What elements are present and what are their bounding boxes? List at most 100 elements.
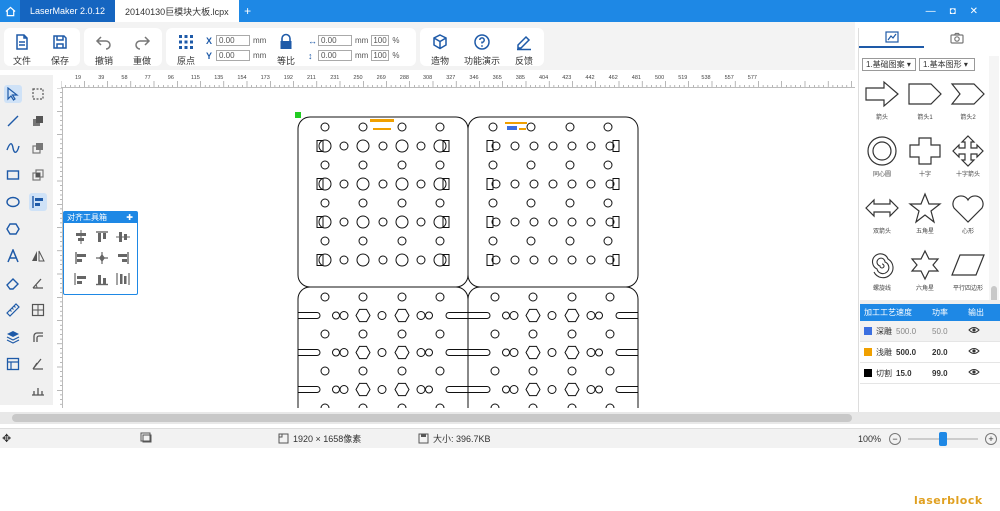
file-group: 文件 保存 [4, 28, 80, 66]
layer-row[interactable]: 切割 15.0 99.0 [860, 363, 1000, 384]
align-center-button[interactable] [95, 251, 109, 265]
shape-item[interactable]: 箭头 [862, 78, 902, 124]
curve-tool[interactable] [4, 139, 22, 157]
distribute-vertical-button[interactable] [116, 272, 130, 286]
height-input[interactable]: 0.00 [318, 50, 352, 61]
zoom-in-button[interactable]: + [985, 433, 997, 445]
undo-button[interactable]: 撤销 [86, 33, 122, 67]
intersect-tool[interactable] [29, 166, 47, 184]
category-select[interactable]: 1.基础图案 ▾ [862, 58, 916, 71]
zoom-out-button[interactable]: − [889, 433, 901, 445]
angle-tool[interactable] [29, 274, 47, 292]
height-percent-input[interactable]: 100 [371, 50, 390, 61]
align-top-button[interactable] [95, 230, 109, 244]
feedback-button[interactable]: 反馈 [506, 33, 542, 67]
origin-button[interactable]: 原点 [168, 33, 204, 67]
text-tool[interactable] [4, 247, 22, 265]
tab-camera[interactable] [924, 28, 989, 48]
align-left-button[interactable] [74, 251, 88, 265]
shape-item[interactable]: 六角星 [905, 249, 945, 295]
shape-item[interactable]: 箭头2 [948, 78, 988, 124]
demo-button[interactable]: 功能演示 [464, 33, 500, 67]
align-left-icon [32, 196, 43, 208]
align-right-button[interactable] [116, 251, 130, 265]
line-tool[interactable] [4, 112, 22, 130]
shape-item[interactable]: 心形 [948, 192, 988, 238]
subtract-tool[interactable] [29, 139, 47, 157]
eye-icon[interactable] [968, 368, 998, 378]
shape-item[interactable]: 平行四边形 [948, 249, 988, 295]
align-tool[interactable] [29, 193, 47, 211]
scrollbar-thumb[interactable] [12, 414, 852, 422]
plate-bottom-right[interactable] [467, 286, 639, 408]
zoom-slider-handle[interactable] [939, 432, 947, 446]
save-button[interactable]: 保存 [42, 33, 78, 67]
hole [586, 217, 596, 227]
shape-item[interactable]: 箭头1 [905, 78, 945, 124]
marquee-tool[interactable] [29, 85, 47, 103]
layer-color-swatch[interactable] [864, 348, 872, 356]
mirror-tool[interactable] [29, 247, 47, 265]
file-button[interactable]: 文件 [4, 33, 40, 67]
shape-item[interactable]: 十字箭头 [948, 135, 988, 181]
redo-button[interactable]: 重做 [124, 33, 160, 67]
table-tool[interactable] [4, 355, 22, 373]
layer-color-swatch[interactable] [864, 327, 872, 335]
lock-ratio-button[interactable]: 等比 [268, 33, 304, 67]
maximize-button[interactable]: ◘ [950, 6, 956, 17]
build-button[interactable]: 造物 [422, 33, 458, 67]
new-tab-button[interactable]: + [239, 4, 257, 18]
align-middle-button[interactable] [116, 230, 130, 244]
tab-tool[interactable] [29, 382, 47, 400]
width-percent-input[interactable]: 100 [371, 35, 390, 46]
shape-item[interactable]: 十字 [905, 135, 945, 181]
pin-icon[interactable]: ✚ [126, 212, 133, 223]
design-canvas[interactable] [63, 88, 855, 408]
hole [526, 160, 536, 170]
rectangle-tool[interactable] [4, 166, 22, 184]
minimize-button[interactable]: — [926, 6, 936, 17]
fit-view-icon[interactable] [140, 432, 152, 445]
layer-row[interactable]: 深雕 500.0 50.0 [860, 321, 1000, 342]
measure-tool[interactable] [4, 301, 22, 319]
shape-item[interactable]: 同心圆 [862, 135, 902, 181]
ellipse-tool[interactable] [4, 193, 22, 211]
hole [567, 217, 577, 227]
array-tool[interactable] [29, 301, 47, 319]
layer-color-swatch[interactable] [864, 369, 872, 377]
weld-tool[interactable] [29, 355, 47, 373]
layer-row[interactable]: 浅雕 500.0 20.0 [860, 342, 1000, 363]
offset-tool[interactable] [29, 328, 47, 346]
selection-handle[interactable] [295, 112, 301, 118]
polygon-tool[interactable] [4, 220, 22, 238]
move-icon[interactable]: ✥ [2, 432, 11, 445]
distribute-horizontal-button[interactable] [74, 272, 88, 286]
shape-item[interactable]: 螺旋线 [862, 249, 902, 295]
shape-item[interactable]: 五角星 [905, 192, 945, 238]
document-tab[interactable]: 20140130巨模块大板.lcpx [115, 0, 239, 22]
x-position-input[interactable]: 0.00 [216, 35, 250, 46]
close-button[interactable]: ✕ [970, 6, 978, 17]
align-bottom-button[interactable] [95, 272, 109, 286]
laser-board-drawing[interactable] [63, 88, 855, 408]
plate-bottom-left[interactable] [297, 286, 469, 408]
hole [529, 217, 539, 227]
ruler-label: 77 [144, 75, 151, 81]
eraser-tool[interactable] [4, 274, 22, 292]
save-icon [53, 35, 67, 49]
eye-icon[interactable] [968, 347, 998, 357]
tab-shapes[interactable] [859, 28, 924, 48]
width-input[interactable]: 0.00 [318, 35, 352, 46]
ruler-label: 385 [515, 75, 525, 81]
shape-item[interactable]: 双箭头 [862, 192, 902, 238]
y-position-input[interactable]: 0.00 [216, 50, 250, 61]
select-tool[interactable] [4, 85, 22, 103]
home-icon[interactable] [0, 0, 20, 22]
eye-icon[interactable] [968, 326, 998, 336]
align-center-vertical-button[interactable] [74, 230, 88, 244]
height-row: ↕ 0.00 mm 100 % [308, 50, 400, 61]
canvas-horizontal-scrollbar[interactable] [0, 412, 1000, 424]
subcategory-select[interactable]: 1.基本图形 ▾ [919, 58, 975, 71]
union-tool[interactable] [29, 112, 47, 130]
layers-tool[interactable] [4, 328, 22, 346]
